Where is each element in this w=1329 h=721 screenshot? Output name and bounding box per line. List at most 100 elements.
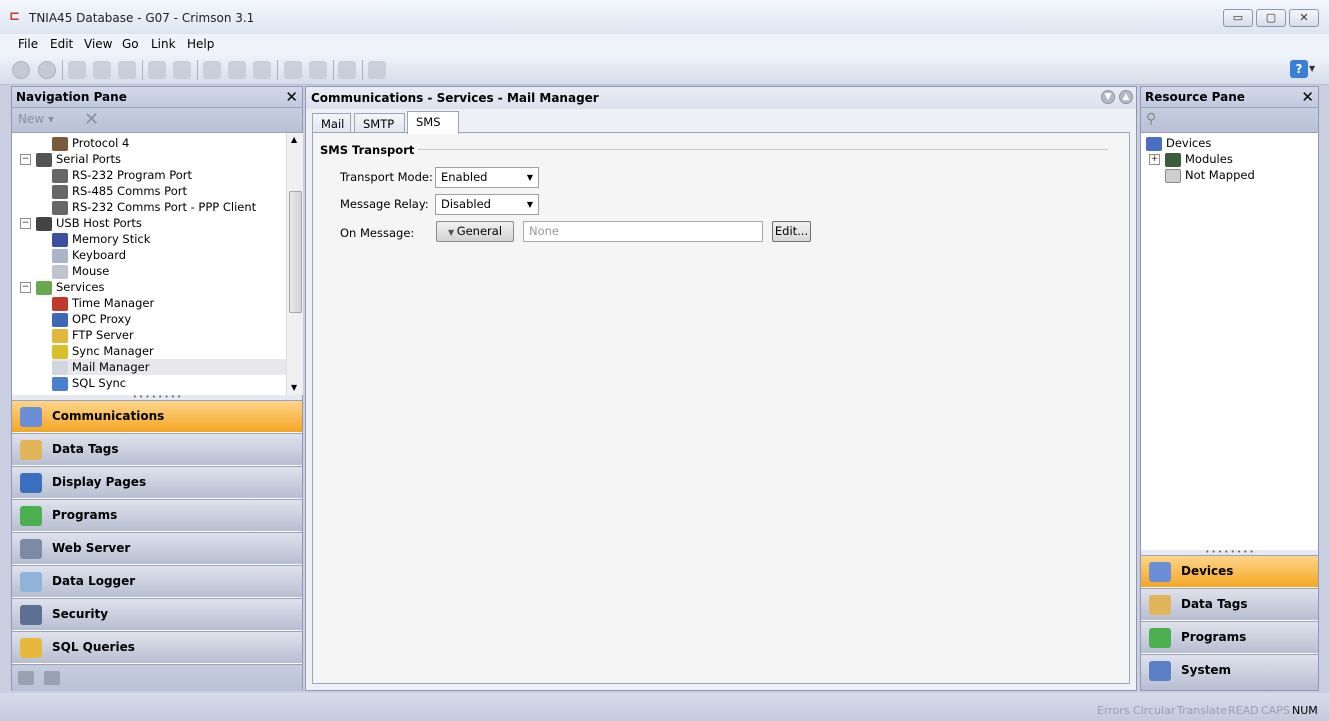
save-icon[interactable] <box>118 61 136 79</box>
new-button[interactable]: New ▾ <box>18 112 54 126</box>
menu-go[interactable]: Go <box>118 35 143 53</box>
cut-icon[interactable] <box>203 61 221 79</box>
toolbar-separator <box>142 60 143 80</box>
resource-category-system[interactable]: System <box>1141 654 1318 690</box>
category-programs[interactable]: Programs <box>12 499 302 531</box>
new-file-icon[interactable] <box>68 61 86 79</box>
help-icon[interactable]: ? <box>1290 60 1308 78</box>
category-display-pages[interactable]: Display Pages <box>12 466 302 498</box>
tree-item-usb-host-ports[interactable]: − USB Host Ports <box>20 215 142 231</box>
menu-help[interactable]: Help <box>183 35 218 53</box>
tree-item-serial-ports[interactable]: − Serial Ports <box>20 151 121 167</box>
configure-icon[interactable] <box>18 671 34 685</box>
scrollbar-thumb[interactable] <box>289 191 302 313</box>
tree-item-opc-proxy[interactable]: OPC Proxy <box>52 311 131 327</box>
tab-mail[interactable]: Mail <box>312 113 351 133</box>
security-icon <box>20 605 42 625</box>
help-dropdown-icon[interactable]: ▼ <box>1309 64 1315 73</box>
toolbar-separator <box>197 60 198 80</box>
protocol-icon <box>52 136 68 151</box>
tree-item-sync-manager[interactable]: Sync Manager <box>52 343 154 359</box>
tree-scrollbar[interactable]: ▲ ▼ <box>286 133 303 395</box>
breadcrumb: Communications - Services - Mail Manager <box>306 87 1136 109</box>
tree-item-services[interactable]: − Services <box>20 279 105 295</box>
resource-pane-header: Resource Pane ✕ <box>1141 87 1318 108</box>
transport-mode-select[interactable]: Enabled ▼ <box>435 167 539 188</box>
close-button[interactable]: ✕ <box>1289 9 1319 27</box>
search-icon[interactable]: ⚲ <box>1146 111 1156 127</box>
delete-icon[interactable]: ✕ <box>84 109 99 130</box>
tree-item-time-manager[interactable]: Time Manager <box>52 295 154 311</box>
close-icon[interactable]: ✕ <box>285 87 298 107</box>
category-web-server[interactable]: Web Server <box>12 532 302 564</box>
tree-item-memory-stick[interactable]: Memory Stick <box>52 231 150 247</box>
data-tags-icon <box>1149 595 1171 615</box>
import-icon[interactable] <box>148 61 166 79</box>
collapse-icon[interactable]: − <box>20 218 31 229</box>
on-message-field[interactable]: None <box>523 221 763 242</box>
link-icon[interactable] <box>338 61 356 79</box>
tree-item-keyboard[interactable]: Keyboard <box>52 247 126 263</box>
category-data-tags[interactable]: Data Tags <box>12 433 302 465</box>
port-icon <box>52 200 68 215</box>
tree-item-mail-manager[interactable]: Mail Manager <box>52 359 286 375</box>
pen-icon[interactable] <box>368 61 386 79</box>
group-title: SMS Transport <box>320 143 415 157</box>
tree-item-rs232-program-port[interactable]: RS-232 Program Port <box>52 167 192 183</box>
edit-button[interactable]: Edit... <box>772 221 811 242</box>
tree-item-mouse[interactable]: Mouse <box>52 263 109 279</box>
export-icon[interactable] <box>173 61 191 79</box>
scroll-up-icon[interactable]: ▲ <box>291 135 297 144</box>
menu-view[interactable]: View <box>80 35 116 53</box>
keyboard-icon <box>52 248 68 263</box>
communications-icon <box>20 407 42 427</box>
devices-icon <box>1149 562 1171 582</box>
resource-category-data-tags[interactable]: Data Tags <box>1141 588 1318 620</box>
forward-icon[interactable] <box>38 61 56 79</box>
resource-item-devices[interactable]: Devices <box>1146 135 1211 151</box>
sql-queries-icon <box>20 638 42 658</box>
menu-file[interactable]: File <box>14 35 42 53</box>
toolbar <box>0 56 1329 85</box>
mail-icon <box>52 360 68 375</box>
category-data-logger[interactable]: Data Logger <box>12 565 302 597</box>
tab-sms[interactable]: SMS <box>407 111 459 134</box>
collapse-icon[interactable]: − <box>20 154 31 165</box>
tree-item-sql-sync[interactable]: SQL Sync <box>52 375 126 391</box>
category-security[interactable]: Security <box>12 598 302 630</box>
tree-item-ftp-server[interactable]: FTP Server <box>52 327 134 343</box>
find-icon[interactable] <box>284 61 302 79</box>
status-circular: Circular <box>1133 704 1176 717</box>
resource-item-modules[interactable]: + Modules <box>1149 151 1233 167</box>
maximize-button[interactable]: ▢ <box>1256 9 1286 27</box>
minimize-button[interactable]: ▭ <box>1223 9 1253 27</box>
tree-item-rs232-comms-port-ppp[interactable]: RS-232 Comms Port - PPP Client <box>52 199 256 215</box>
paste-icon[interactable] <box>253 61 271 79</box>
expand-icon[interactable]: + <box>1149 154 1160 165</box>
copy-icon[interactable] <box>228 61 246 79</box>
tree-item-rs485-comms-port[interactable]: RS-485 Comms Port <box>52 183 187 199</box>
tree-item-protocol-4[interactable]: Protocol 4 <box>52 135 129 151</box>
general-button[interactable]: ▼ General <box>436 221 514 242</box>
navigate-up-icon[interactable]: ▲ <box>1119 90 1133 104</box>
collapse-icon[interactable]: − <box>20 282 31 293</box>
modules-icon <box>1165 152 1181 167</box>
category-communications[interactable]: Communications <box>12 400 302 432</box>
menu-edit[interactable]: Edit <box>46 35 77 53</box>
category-sql-queries[interactable]: SQL Queries <box>12 631 302 663</box>
navigation-pane-title: Navigation Pane <box>16 90 127 104</box>
tab-smtp[interactable]: SMTP <box>354 113 405 133</box>
open-icon[interactable] <box>93 61 111 79</box>
menu-link[interactable]: Link <box>147 35 180 53</box>
scroll-down-icon[interactable]: ▼ <box>291 383 297 392</box>
grid-icon[interactable] <box>44 671 60 685</box>
resource-category-devices[interactable]: Devices <box>1141 555 1318 587</box>
message-relay-select[interactable]: Disabled ▼ <box>435 194 539 215</box>
navigate-down-icon[interactable]: ▼ <box>1101 90 1115 104</box>
print-icon[interactable] <box>309 61 327 79</box>
port-icon <box>52 184 68 199</box>
close-icon[interactable]: ✕ <box>1301 87 1314 107</box>
resource-category-programs[interactable]: Programs <box>1141 621 1318 653</box>
back-icon[interactable] <box>12 61 30 79</box>
resource-item-not-mapped[interactable]: Not Mapped <box>1165 167 1255 183</box>
